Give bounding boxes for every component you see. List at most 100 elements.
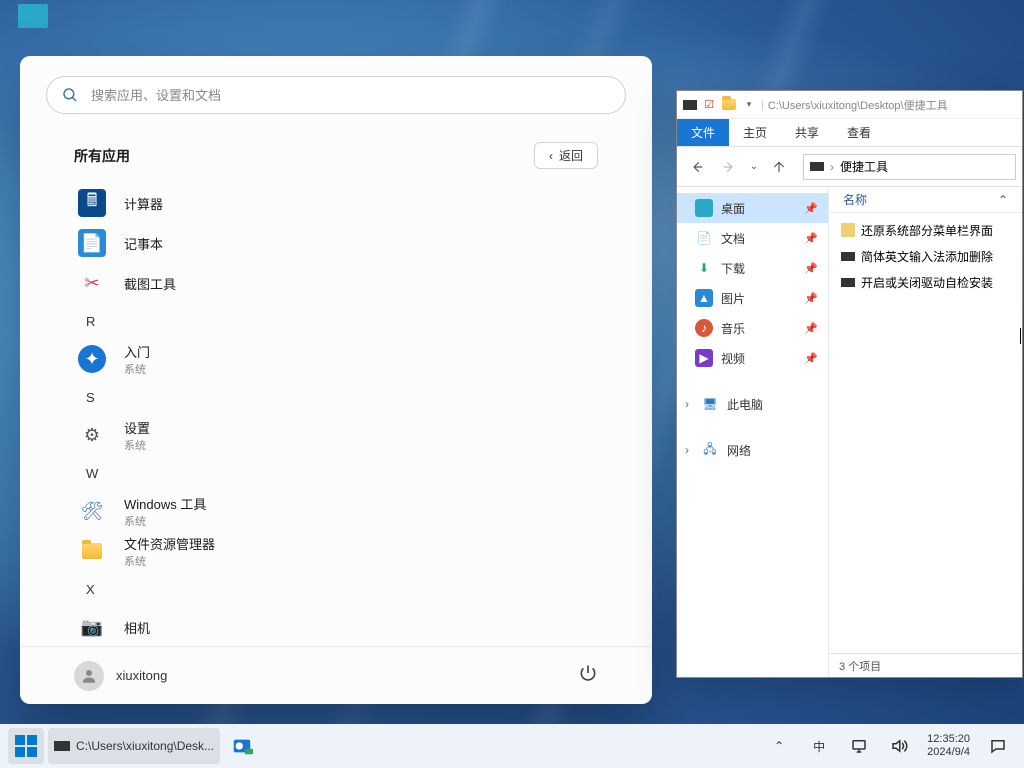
start-button[interactable]	[8, 728, 44, 764]
ime-button[interactable]: 中	[801, 728, 837, 764]
tab-file[interactable]: 文件	[677, 119, 729, 146]
sidebar-item-videos[interactable]: ▶视频📌	[677, 343, 828, 373]
app-notepad[interactable]: 📄 记事本	[74, 223, 598, 263]
file-item[interactable]: 简体英文输入法添加删除	[835, 243, 1016, 269]
letter-heading-x[interactable]: X	[74, 571, 598, 607]
clock-button[interactable]: 12:35:20 2024/9/4	[921, 733, 976, 759]
breadcrumb-item[interactable]: 便捷工具	[840, 158, 888, 175]
tab-view[interactable]: 查看	[833, 119, 885, 146]
scissors-icon: ✂	[78, 269, 106, 297]
column-header-name[interactable]: 名称 ⌃	[829, 187, 1022, 213]
sidebar-item-downloads[interactable]: ⬇下载📌	[677, 253, 828, 283]
tray-overflow-button[interactable]: ⌃	[761, 728, 797, 764]
sysmenu-icon[interactable]	[683, 100, 697, 110]
sidebar-item-label: 文档	[721, 230, 745, 247]
file-item[interactable]: 还原系统部分菜单栏界面	[835, 217, 1016, 243]
nav-back-button[interactable]	[683, 153, 711, 181]
document-icon: 📄	[695, 229, 713, 247]
taskbar-app-outlook[interactable]	[224, 728, 260, 764]
file-name: 简体英文输入法添加删除	[861, 248, 993, 265]
app-file-explorer[interactable]: 文件资源管理器系统	[74, 531, 598, 571]
network-icon	[850, 737, 868, 755]
file-name: 开启或关闭驱动自检安装	[861, 274, 993, 291]
folder-icon	[78, 537, 106, 565]
letter-heading-w[interactable]: W	[74, 455, 598, 491]
volume-button[interactable]	[881, 728, 917, 764]
sidebar-item-label: 音乐	[721, 320, 745, 337]
app-label: 相机	[124, 618, 150, 637]
app-label: 计算器	[124, 194, 163, 213]
app-sublabel: 系统	[124, 513, 206, 529]
app-label: 记事本	[124, 234, 163, 253]
sort-indicator-icon: ⌃	[998, 193, 1008, 207]
explorer-window: ☑ ▾ | C:\Users\xiuxitong\Desktop\便捷工具 文件…	[676, 90, 1023, 678]
pin-icon[interactable]: 📌	[804, 232, 818, 245]
text-cursor	[1020, 328, 1021, 344]
sidebar-item-label: 图片	[721, 290, 745, 307]
chat-icon	[989, 737, 1007, 755]
start-search-box[interactable]	[46, 76, 626, 114]
sidebar-item-label: 桌面	[721, 200, 745, 217]
pin-icon[interactable]: 📌	[804, 352, 818, 365]
sidebar-item-thispc[interactable]: 🖥此电脑	[677, 389, 828, 419]
pin-icon[interactable]: 📌	[804, 322, 818, 335]
pin-icon[interactable]: 📌	[804, 292, 818, 305]
arrow-left-icon	[690, 160, 704, 174]
titlebar[interactable]: ☑ ▾ | C:\Users\xiuxitong\Desktop\便捷工具	[677, 91, 1022, 119]
drive-icon	[810, 162, 824, 171]
compass-icon: ✦	[78, 345, 106, 373]
outlook-icon	[231, 735, 253, 757]
app-label: Windows 工具	[124, 494, 206, 513]
file-item[interactable]: 开启或关闭驱动自检安装	[835, 269, 1016, 295]
app-getstarted[interactable]: ✦ 入门系统	[74, 339, 598, 379]
app-settings[interactable]: ⚙ 设置系统	[74, 415, 598, 455]
app-sublabel: 系统	[124, 361, 150, 377]
app-sniptool[interactable]: ✂ 截图工具	[74, 263, 598, 303]
file-list[interactable]: 还原系统部分菜单栏界面 简体英文输入法添加删除 开启或关闭驱动自检安装	[829, 213, 1022, 653]
qat-check-icon[interactable]: ☑	[701, 97, 717, 113]
sidebar-item-label: 网络	[727, 442, 751, 459]
search-input[interactable]	[91, 88, 611, 103]
app-sublabel: 系统	[124, 553, 215, 569]
username-label: xiuxitong	[116, 668, 167, 683]
user-account-button[interactable]: xiuxitong	[74, 661, 167, 691]
nav-recent-dropdown[interactable]: ⌄	[747, 153, 761, 181]
pin-icon[interactable]: 📌	[804, 202, 818, 215]
download-icon: ⬇	[695, 259, 713, 277]
pin-icon[interactable]: 📌	[804, 262, 818, 275]
app-label: 文件资源管理器	[124, 534, 215, 553]
chevron-up-icon: ⌃	[774, 739, 784, 753]
letter-heading-s[interactable]: S	[74, 379, 598, 415]
taskbar: C:\Users\xiuxitong\Desk... ⌃ 中 12:35:20 …	[0, 724, 1024, 768]
column-label: 名称	[843, 191, 867, 208]
notepad-icon: 📄	[78, 229, 106, 257]
sidebar-item-network[interactable]: 🖧 网络	[677, 435, 828, 465]
network-button[interactable]	[841, 728, 877, 764]
drive-icon	[54, 741, 70, 751]
app-camera[interactable]: 📷 相机	[74, 607, 598, 646]
sidebar-item-pictures[interactable]: ▲图片📌	[677, 283, 828, 313]
app-calculator[interactable]: 🖩 计算器	[74, 183, 598, 223]
all-apps-heading: 所有应用	[74, 146, 130, 166]
power-button[interactable]	[578, 663, 598, 688]
app-windows-tools[interactable]: 🛠 Windows 工具系统	[74, 491, 598, 531]
nav-up-button[interactable]	[765, 153, 793, 181]
tab-share[interactable]: 共享	[781, 119, 833, 146]
camera-icon: 📷	[78, 613, 106, 641]
network-icon: 🖧	[701, 441, 719, 459]
sidebar-item-documents[interactable]: 📄 文档 📌	[677, 223, 828, 253]
letter-heading-r[interactable]: R	[74, 303, 598, 339]
sidebar-item-desktop[interactable]: 桌面 📌	[677, 193, 828, 223]
sidebar-item-music[interactable]: ♪音乐📌	[677, 313, 828, 343]
notifications-button[interactable]	[980, 728, 1016, 764]
back-button[interactable]: ‹ 返回	[534, 142, 598, 169]
sidebar-item-label: 视频	[721, 350, 745, 367]
speaker-icon	[890, 737, 908, 755]
taskbar-app-explorer[interactable]: C:\Users\xiuxitong\Desk...	[48, 728, 220, 764]
nav-forward-button[interactable]	[715, 153, 743, 181]
qat-dropdown-icon[interactable]: ▾	[741, 97, 757, 113]
address-bar[interactable]: › 便捷工具	[803, 154, 1016, 180]
ime-label: 中	[813, 738, 825, 755]
search-icon	[61, 86, 79, 104]
tab-home[interactable]: 主页	[729, 119, 781, 146]
